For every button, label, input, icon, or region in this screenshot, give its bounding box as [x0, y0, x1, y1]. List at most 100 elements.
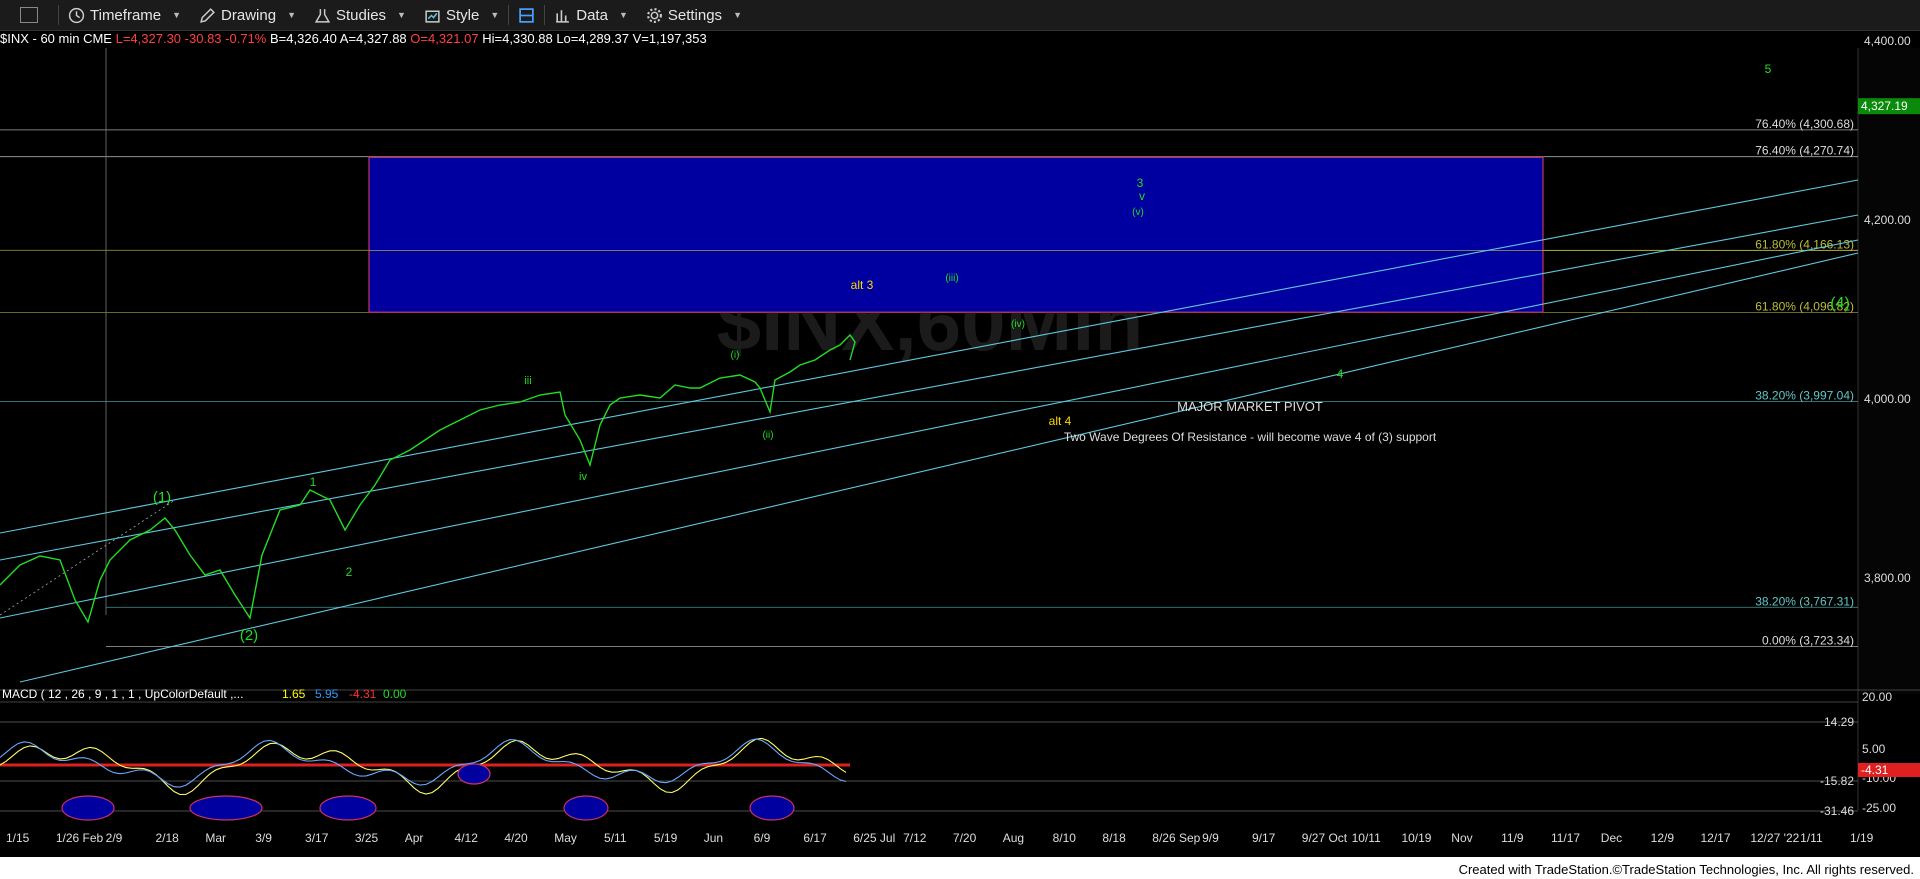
net-change: -30.83: [184, 31, 222, 46]
drawing-button[interactable]: Drawing ▼: [190, 0, 305, 30]
chart-background: [0, 48, 1858, 694]
macd-axis-label: 20.00: [1862, 690, 1892, 704]
date-axis-label: 9/27 Oct: [1302, 831, 1348, 845]
date-axis-label: 5/11: [604, 831, 627, 845]
wave-2-paren-label: (2): [240, 627, 258, 644]
date-axis-label: 11/9: [1501, 831, 1524, 845]
wave-v-label: v: [1139, 189, 1145, 203]
highlight-oval: [319, 795, 377, 821]
date-axis-label: Mar: [205, 831, 226, 845]
date-axis-label: 2/18: [156, 831, 180, 845]
price-axis-label: 4,000.00: [1864, 392, 1911, 406]
open-price: O=4,321.07: [410, 31, 479, 46]
studies-button[interactable]: Studies ▼: [305, 0, 415, 30]
highlight-oval: [189, 795, 263, 821]
data-label: Data: [576, 6, 608, 24]
settings-label: Settings: [667, 6, 723, 24]
date-axis-label: 9/17: [1252, 831, 1276, 845]
macd-axis-label: -25.00: [1862, 801, 1896, 815]
chart-layout-button[interactable]: [509, 0, 544, 30]
drawing-label: Drawing: [221, 6, 277, 24]
date-axis-label: 10/19: [1401, 831, 1431, 845]
timeframe-button[interactable]: Timeframe ▼: [59, 0, 190, 30]
fib-label: 38.20% (3,767.31): [1755, 594, 1854, 608]
chart-style-icon: [425, 10, 440, 23]
highlight-oval: [457, 763, 491, 785]
toolbar: Timeframe ▼ Drawing ▼ Studies ▼ Style ▼ Data…: [0, 0, 1920, 31]
date-axis-label: 8/18: [1102, 831, 1126, 845]
layout-button[interactable]: [0, 0, 58, 30]
wave-1-label: 1: [310, 475, 317, 489]
date-axis-label: 1/11: [1800, 831, 1823, 845]
price-axis-panel: [1858, 48, 1920, 694]
wave-iv-label: iv: [579, 471, 587, 483]
fib-label: 76.40% (4,300.68): [1755, 117, 1854, 131]
macd-line: [0, 738, 847, 788]
date-axis-label: 3/17: [305, 831, 329, 845]
date-axis-label: 12/17: [1700, 831, 1730, 845]
date-axis-label: 11/17: [1551, 831, 1580, 845]
low-price: Lo=4,289.37: [556, 31, 629, 46]
date-axis-label: 4/12: [455, 831, 479, 845]
data-button[interactable]: Data ▼: [545, 0, 637, 30]
gear-icon: [646, 7, 662, 23]
date-axis-label: 5/19: [654, 831, 678, 845]
price-axis-label: 3,800.00: [1864, 571, 1911, 585]
date-axis-label: 6/25 Jul: [853, 831, 895, 845]
caret-down-icon: ▼: [172, 10, 182, 20]
settings-button[interactable]: Settings ▼: [637, 0, 751, 30]
flask-icon: [314, 8, 331, 23]
date-axis-label: 3/25: [355, 831, 379, 845]
pivot-title: MAJOR MARKET PIVOT: [1177, 399, 1323, 414]
pivot-subtitle: Two Wave Degrees Of Resistance - will be…: [1064, 430, 1437, 444]
timeframe-label: Timeframe: [90, 6, 162, 24]
data-bars-icon: [556, 9, 570, 23]
highlight-oval: [749, 795, 795, 821]
pct-change: -0.71%: [225, 31, 267, 46]
ask-price: A=4,327.88: [339, 31, 407, 46]
date-axis-label: Apr: [405, 831, 424, 845]
wave-4-paren-label: (4): [1830, 295, 1850, 312]
date-axis-label: 3/9: [255, 831, 272, 845]
macd-label: MACD ( 12 , 26 , 9 , 1 , 1 , UpColorDefa…: [2, 687, 243, 701]
caret-down-icon: ▼: [287, 10, 296, 20]
macd-axis-label: 14.29: [1824, 715, 1854, 729]
chart-canvas[interactable]: 123.60% (4,959.71)161.80% (4,882.62)138.…: [0, 0, 1920, 879]
wave-2-label: 2: [346, 565, 353, 579]
date-axis-label: 7/12: [903, 831, 927, 845]
pencil-icon: [200, 7, 215, 23]
date-axis-label: Aug: [1003, 831, 1024, 845]
style-button[interactable]: Style ▼: [415, 0, 508, 30]
caret-down-icon: ▼: [397, 10, 406, 20]
last-price: L=4,327.30: [115, 31, 182, 46]
clock-icon: [68, 7, 85, 23]
date-axis-label: 6/9: [754, 831, 771, 845]
date-axis-label: 6/17: [803, 831, 827, 845]
highlight-oval: [563, 795, 609, 821]
fib-label: 0.00% (3,723.34): [1762, 634, 1854, 648]
subwave-iii-label: (iii): [945, 273, 958, 284]
date-axis-label: 10/11: [1352, 831, 1381, 845]
subwave-v-label: (v): [1132, 207, 1144, 218]
price-axis-label: 4,400.00: [1864, 34, 1911, 48]
date-axis-label: 7/20: [953, 831, 977, 845]
studies-label: Studies: [336, 6, 387, 24]
subwave-ii-label: (ii): [762, 430, 773, 441]
volume: V=1,197,353: [632, 31, 707, 46]
pivot-box: [368, 156, 1544, 313]
current-price-label: 4,327.19: [1861, 99, 1908, 113]
macd-value-4: 0.00: [383, 687, 407, 701]
subwave-i-label: (i): [731, 350, 740, 361]
wave-5-label: 5: [1765, 62, 1772, 76]
alt-3-label: alt 3: [851, 278, 874, 292]
macd-axis-label: 5.00: [1862, 742, 1886, 756]
date-axis-label: 8/10: [1053, 831, 1077, 845]
macd-value-1: 1.65: [282, 687, 306, 701]
fib-label: 76.40% (4,270.74): [1755, 144, 1854, 158]
caret-down-icon: ▼: [618, 10, 628, 20]
macd-value-3: -4.31: [349, 687, 377, 701]
caret-down-icon: ▼: [490, 10, 500, 20]
date-axis-label: 12/9: [1651, 831, 1675, 845]
date-axis-label: 8/26 Sep: [1152, 831, 1200, 845]
wave-3-label: 3: [1137, 176, 1144, 190]
